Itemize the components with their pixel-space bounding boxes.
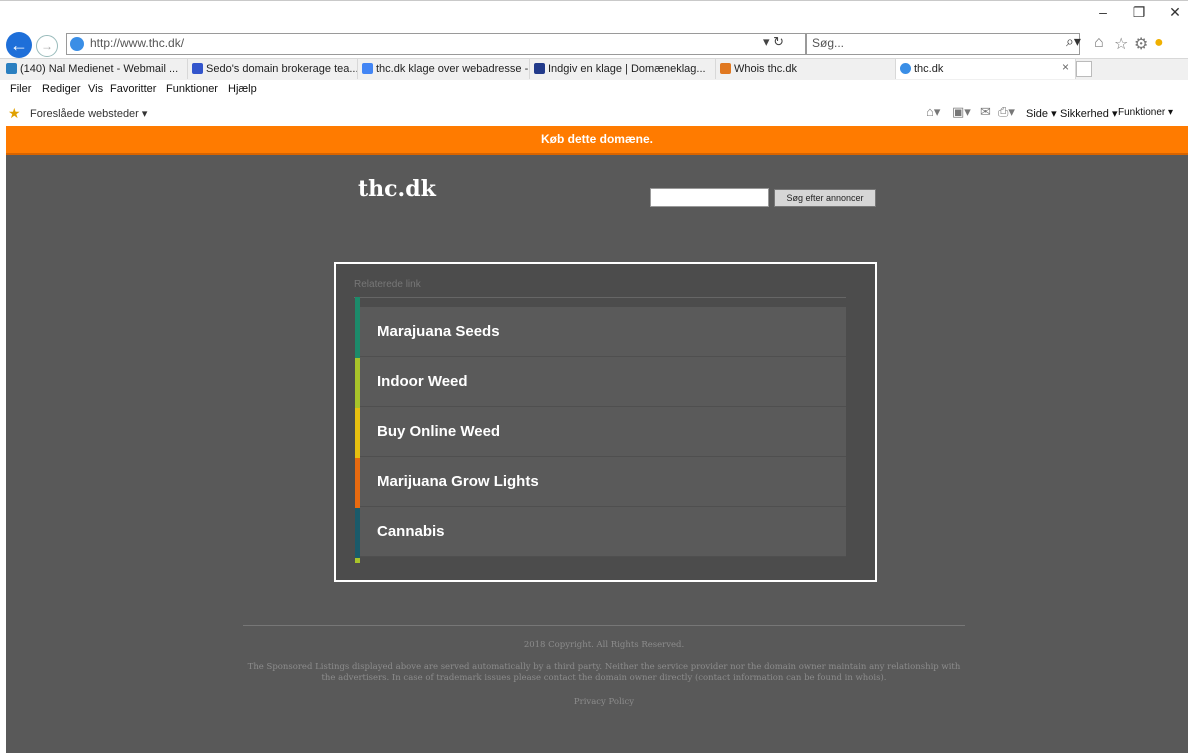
back-button[interactable]: ← [6, 32, 32, 58]
disclaimer-text: The Sponsored Listings displayed above a… [247, 662, 961, 683]
sponsored-link[interactable]: Marajuana Seeds [360, 307, 846, 357]
sedo-icon [192, 63, 203, 74]
sponsored-link-label[interactable]: Marajuana Seeds [377, 307, 500, 357]
domaeneklag-icon [534, 63, 545, 74]
suggested-sites-link[interactable]: Foreslåede websteder ▾ [30, 107, 147, 120]
tab-thc-active[interactable]: thc.dk [896, 59, 1076, 79]
close-icon[interactable]: ✕ [1166, 4, 1184, 21]
related-links-heading: Relaterede link [354, 279, 421, 290]
buy-domain-link[interactable]: Køb dette domæne. [6, 132, 1188, 146]
privacy-policy-link[interactable]: Privacy Policy [243, 697, 965, 707]
tab-webmail[interactable]: (140) Nal Medienet - Webmail ... [2, 59, 188, 79]
sponsored-link-label[interactable]: Indoor Weed [377, 357, 468, 407]
link-accent-bar [355, 558, 360, 563]
ie-icon [900, 63, 911, 74]
tab-close-icon[interactable]: × [1062, 60, 1069, 74]
google-icon [362, 63, 373, 74]
tab-sedo[interactable]: Sedo's domain brokerage tea... [188, 59, 358, 79]
smiley-icon[interactable]: ● [1154, 34, 1164, 52]
title-bar [0, 0, 1188, 34]
search-input[interactable] [806, 33, 1080, 55]
sponsored-link[interactable]: Indoor Weed [360, 357, 846, 407]
footer-divider [243, 625, 965, 626]
sponsored-link[interactable]: Cannabis [360, 507, 846, 557]
refresh-icon[interactable]: ▾ ↻ [763, 34, 784, 50]
tab-whois[interactable]: Whois thc.dk [716, 59, 896, 79]
tab-google[interactable]: thc.dk klage over webadresse -... [358, 59, 530, 79]
menu-hjaelp[interactable]: Hjælp [228, 83, 257, 95]
menu-funktioner-cmd[interactable]: Funktioner ▾ [1118, 107, 1173, 118]
print-icon[interactable]: ⎙▾ [998, 104, 1015, 120]
ad-search-button[interactable]: Søg efter annoncer [774, 189, 876, 207]
menu-funktioner[interactable]: Funktioner [166, 83, 218, 95]
mail-icon[interactable]: ✉ [980, 104, 991, 120]
home-icon[interactable]: ⌂ [1094, 34, 1104, 52]
whois-icon [720, 63, 731, 74]
search-placeholder: Søg... [812, 36, 845, 50]
favorites-star-icon[interactable]: ★ [8, 105, 21, 122]
ie-page-icon [70, 37, 84, 51]
search-icon[interactable]: ⌕▾ [1066, 33, 1081, 50]
new-tab-button[interactable] [1076, 61, 1092, 77]
ad-search-input[interactable] [650, 188, 769, 207]
menu-favoritter[interactable]: Favoritter [110, 83, 156, 95]
sponsored-link-label[interactable]: Buy Online Weed [377, 407, 500, 457]
menu-sikkerhed[interactable]: Sikkerhed ▾ [1060, 107, 1118, 120]
sponsored-link[interactable]: Buy Online Weed [360, 407, 846, 457]
rss-icon[interactable]: ▣▾ [952, 104, 971, 120]
address-url[interactable]: http://www.thc.dk/ [90, 36, 184, 50]
favorites-star-icon[interactable]: ☆ [1114, 34, 1128, 54]
divider [354, 297, 846, 298]
restore-icon[interactable]: ❐ [1130, 4, 1148, 21]
menu-filer[interactable]: Filer [10, 83, 31, 95]
menu-side[interactable]: Side ▾ [1026, 107, 1057, 120]
menu-rediger[interactable]: Rediger [42, 83, 81, 95]
copyright-text: 2018 Copyright. All Rights Reserved. [523, 640, 685, 650]
sponsored-link-label[interactable]: Marijuana Grow Lights [377, 457, 539, 507]
menu-vis[interactable]: Vis [88, 83, 103, 95]
home-command-icon[interactable]: ⌂▾ [926, 104, 940, 120]
webmail-icon [6, 63, 17, 74]
tab-domaeneklag[interactable]: Indgiv en klage | Domæneklag... [530, 59, 716, 79]
sponsored-link[interactable]: Marijuana Grow Lights [360, 457, 846, 507]
sponsored-link-label[interactable]: Cannabis [377, 507, 445, 557]
forward-button[interactable]: → [36, 35, 58, 57]
gear-icon[interactable]: ⚙ [1134, 34, 1148, 54]
minimize-icon[interactable]: – [1094, 4, 1112, 20]
site-title: thc.dk [358, 176, 436, 202]
